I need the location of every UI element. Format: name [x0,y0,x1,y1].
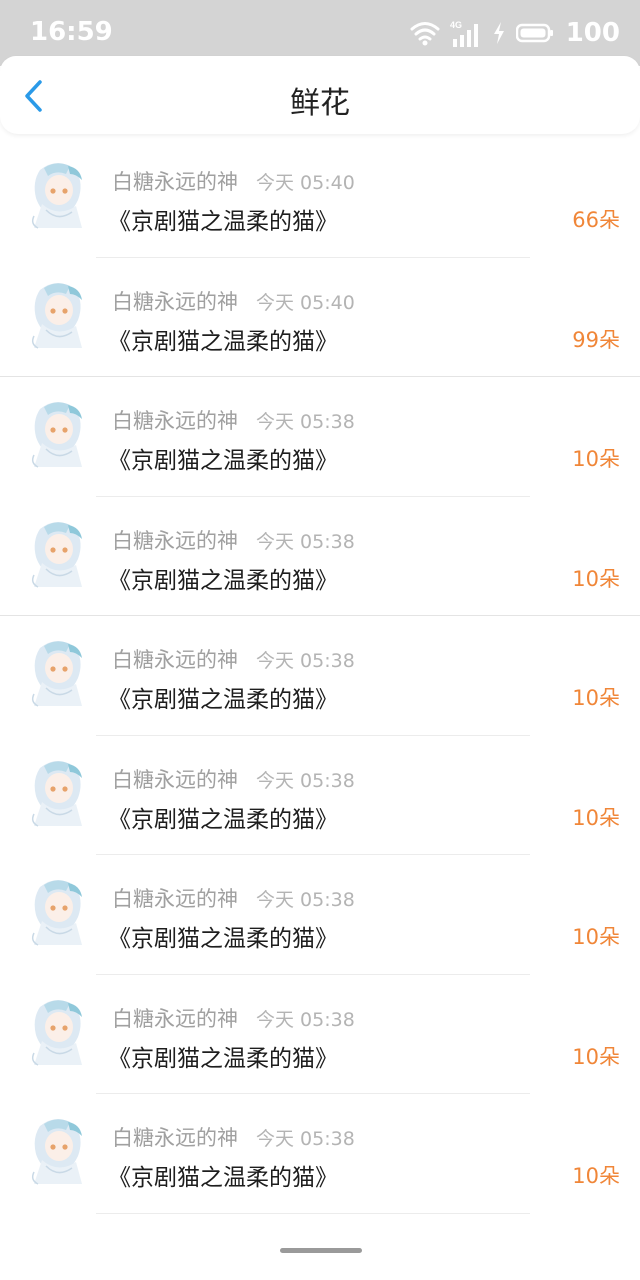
network-type-label: 4G [450,20,462,30]
user-avatar[interactable] [26,276,90,350]
list-item[interactable]: 白糖永远的神 今天 05:38 《京剧猫之温柔的猫》 10朵 [0,1094,640,1214]
record-time: 今天 05:38 [256,530,355,553]
book-title[interactable]: 《京剧猫之温柔的猫》 [108,1158,338,1192]
book-title[interactable]: 《京剧猫之温柔的猫》 [108,202,338,236]
user-name[interactable]: 白糖永远的神 [112,286,238,316]
record-time: 今天 05:40 [256,172,355,194]
page-title: 鲜花 [290,86,350,121]
battery-icon [515,23,553,43]
user-avatar[interactable] [26,993,90,1067]
user-name[interactable]: 白糖永远的神 [112,166,238,196]
user-avatar[interactable] [26,634,90,708]
user-name[interactable]: 白糖永远的神 [112,525,238,555]
book-title[interactable]: 《京剧猫之温柔的猫》 [108,800,338,834]
battery-level: 100 [565,18,620,48]
flower-count: 10朵 [572,805,620,830]
record-time: 今天 05:38 [256,769,355,792]
user-avatar[interactable] [26,1112,90,1186]
book-title[interactable]: 《京剧猫之温柔的猫》 [108,441,338,475]
list-item[interactable]: 白糖永远的神 今天 05:38 《京剧猫之温柔的猫》 10朵 [0,616,640,736]
record-time: 今天 05:38 [256,1008,355,1031]
flower-count: 10朵 [572,1044,620,1069]
user-avatar[interactable] [26,156,90,230]
flower-count: 10朵 [572,447,620,471]
record-time: 今天 05:38 [256,1128,355,1150]
user-name[interactable]: 白糖永远的神 [112,405,238,435]
list-item[interactable]: 白糖永远的神 今天 05:38 《京剧猫之温柔的猫》 10朵 [0,497,640,616]
flower-count: 99朵 [572,327,620,352]
user-avatar[interactable] [26,515,90,589]
user-name[interactable]: 白糖永远的神 [112,1003,238,1033]
list-item[interactable]: 白糖永远的神 今天 05:40 《京剧猫之温柔的猫》 99朵 [0,258,640,377]
book-title[interactable]: 《京剧猫之温柔的猫》 [108,919,338,953]
divider [96,1212,530,1214]
list-item[interactable]: 白糖永远的神 今天 05:40 《京剧猫之温柔的猫》 66朵 [0,138,640,258]
user-name[interactable]: 白糖永远的神 [112,883,238,913]
book-title[interactable]: 《京剧猫之温柔的猫》 [108,561,338,595]
user-avatar[interactable] [26,873,90,947]
flower-record-list: 白糖永远的神 今天 05:40 《京剧猫之温柔的猫》 66朵 白糖永远的神 今天… [0,138,640,1214]
user-name[interactable]: 白糖永远的神 [112,644,238,674]
charging-bolt-icon [493,22,504,44]
record-time: 今天 05:38 [256,650,355,672]
flower-count: 10朵 [572,566,620,591]
book-title[interactable]: 《京剧猫之温柔的猫》 [108,680,338,714]
status-time: 16:59 [30,17,113,47]
nav-bar: 鲜花 [0,56,640,134]
flower-count: 10朵 [572,925,620,949]
list-item[interactable]: 白糖永远的神 今天 05:38 《京剧猫之温柔的猫》 10朵 [0,736,640,855]
cellular-signal-icon: 4G [450,20,478,47]
user-avatar[interactable] [26,754,90,828]
home-indicator[interactable] [280,1248,362,1253]
list-item[interactable]: 白糖永远的神 今天 05:38 《京剧猫之温柔的猫》 10朵 [0,855,640,975]
user-name[interactable]: 白糖永远的神 [112,1122,238,1152]
book-title[interactable]: 《京剧猫之温柔的猫》 [108,1039,338,1073]
wifi-icon [410,22,440,46]
list-item[interactable]: 白糖永远的神 今天 05:38 《京剧猫之温柔的猫》 10朵 [0,975,640,1094]
flower-count: 10朵 [572,1164,620,1188]
list-item[interactable]: 白糖永远的神 今天 05:38 《京剧猫之温柔的猫》 10朵 [0,377,640,497]
flower-count: 10朵 [572,686,620,710]
record-time: 今天 05:38 [256,411,355,433]
record-time: 今天 05:40 [256,291,355,314]
record-time: 今天 05:38 [256,889,355,911]
book-title[interactable]: 《京剧猫之温柔的猫》 [108,322,338,356]
flower-count: 66朵 [572,208,620,232]
user-avatar[interactable] [26,395,90,469]
user-name[interactable]: 白糖永远的神 [112,764,238,794]
status-icons: 4G 100 [410,15,620,51]
